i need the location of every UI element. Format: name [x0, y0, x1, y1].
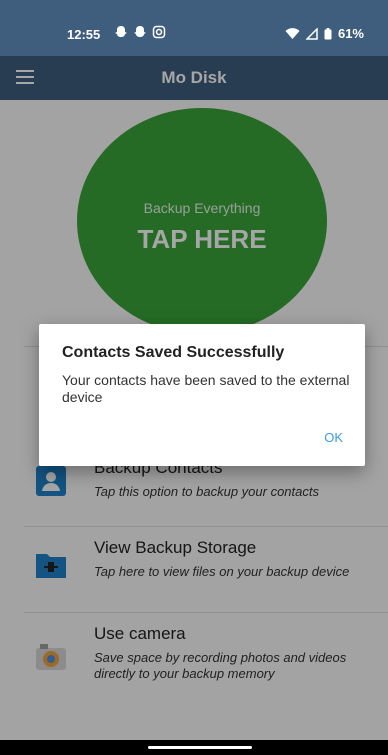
navigation-bar — [0, 740, 388, 755]
snapchat-icon — [134, 26, 146, 37]
snapchat-icon — [115, 26, 127, 37]
status-time: 12:55 — [67, 27, 101, 42]
app-root: 12:55 61% Mo Disk Backup Everything TAP … — [0, 0, 388, 755]
battery-icon — [324, 27, 332, 39]
dialog-message: Your contacts have been saved to the ext… — [62, 372, 350, 405]
dialog-title: Contacts Saved Successfully — [62, 344, 285, 361]
status-right: 61% — [285, 26, 364, 41]
instagram-icon — [152, 25, 166, 39]
signal-icon — [305, 27, 318, 40]
wifi-icon — [285, 27, 300, 39]
contacts-saved-dialog: Contacts Saved Successfully Your contact… — [39, 324, 365, 466]
home-gesture-handle[interactable] — [148, 746, 252, 749]
battery-percent: 61% — [337, 26, 364, 41]
notification-icons — [114, 25, 166, 39]
status-bar: 12:55 61% — [0, 0, 388, 56]
dialog-ok-button[interactable]: OK — [324, 430, 343, 445]
